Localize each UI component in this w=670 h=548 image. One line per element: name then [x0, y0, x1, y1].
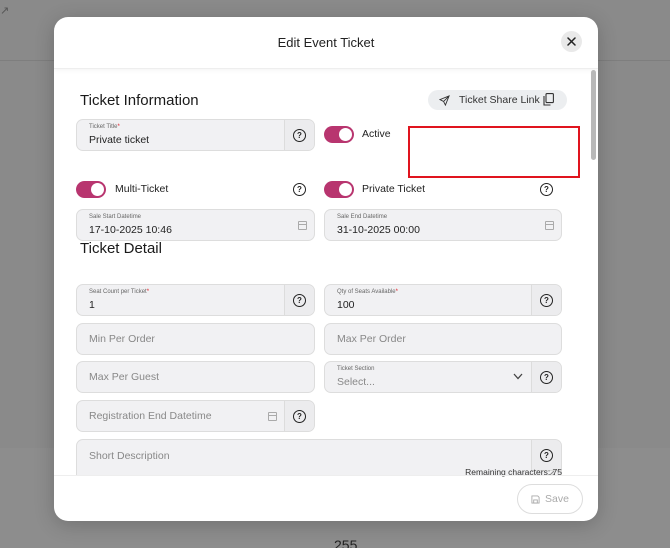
copy-icon[interactable] — [543, 93, 554, 106]
ticket-title-value: Private ticket — [89, 134, 150, 146]
modal-footer: Save — [54, 475, 598, 521]
active-toggle[interactable] — [324, 126, 354, 143]
save-icon — [531, 494, 540, 504]
qty-seats-help-button[interactable]: ? — [531, 285, 561, 315]
sale-end-label: Sale End Datetime — [337, 214, 388, 220]
ticket-section-select[interactable]: Ticket Section Select... ? — [324, 361, 562, 393]
help-icon: ? — [293, 128, 306, 142]
calendar-icon[interactable] — [268, 412, 277, 421]
multi-ticket-label: Multi-Ticket — [115, 183, 169, 195]
active-label: Active — [362, 128, 391, 140]
qty-seats-value: 100 — [337, 299, 355, 311]
registration-end-help-button[interactable]: ? — [284, 401, 314, 431]
close-button[interactable] — [561, 31, 582, 52]
min-per-order-field[interactable]: Min Per Order — [76, 323, 315, 355]
ticket-section-label: Ticket Section — [337, 366, 375, 372]
multi-ticket-toggle[interactable] — [76, 181, 106, 198]
ticket-section-help-button[interactable]: ? — [531, 362, 561, 392]
seat-count-field[interactable]: Seat Count per Ticket* 1 ? — [76, 284, 315, 316]
help-icon: ? — [540, 293, 553, 307]
calendar-icon[interactable] — [545, 221, 554, 230]
modal-header: Edit Event Ticket — [54, 17, 598, 69]
scrollbar-thumb[interactable] — [591, 70, 596, 160]
ticket-title-label: Ticket Title — [89, 124, 118, 130]
max-per-order-placeholder: Max Per Order — [337, 333, 406, 345]
sale-start-field[interactable]: Sale Start Datetime 17-10-2025 10:46 — [76, 209, 315, 241]
seat-count-help-button[interactable]: ? — [284, 285, 314, 315]
external-link-icon: ↗ — [0, 4, 10, 17]
modal-scrollbar[interactable] — [591, 70, 596, 475]
help-icon: ? — [293, 409, 306, 423]
calendar-icon[interactable] — [298, 221, 307, 230]
chevron-down-icon[interactable] — [513, 373, 523, 380]
seat-count-label: Seat Count per Ticket — [89, 289, 147, 295]
help-icon: ? — [540, 448, 553, 462]
max-per-order-field[interactable]: Max Per Order — [324, 323, 562, 355]
modal-body[interactable]: Ticket Information Ticket Share Link Tic… — [54, 70, 598, 475]
share-link-label: Ticket Share Link — [459, 94, 540, 106]
ticket-detail-heading: Ticket Detail — [80, 240, 162, 257]
modal-title: Edit Event Ticket — [277, 35, 375, 50]
seat-count-value: 1 — [89, 299, 95, 311]
help-icon: ? — [293, 293, 306, 307]
multi-ticket-help-icon[interactable]: ? — [293, 183, 306, 196]
sale-end-value: 31-10-2025 00:00 — [337, 224, 420, 236]
registration-end-field[interactable]: Registration End Datetime ? — [76, 400, 315, 432]
save-button[interactable]: Save — [517, 484, 583, 514]
send-icon — [439, 94, 450, 106]
close-icon — [567, 37, 576, 46]
save-label: Save — [545, 493, 569, 505]
max-per-guest-placeholder: Max Per Guest — [89, 371, 160, 383]
private-ticket-label: Private Ticket — [362, 183, 426, 195]
qty-seats-label: Qty of Seats Available — [337, 289, 396, 295]
ticket-title-help-button[interactable]: ? — [284, 120, 314, 150]
registration-end-placeholder: Registration End Datetime — [89, 410, 212, 422]
min-per-order-placeholder: Min Per Order — [89, 333, 155, 345]
sale-start-label: Sale Start Datetime — [89, 214, 142, 220]
edit-ticket-modal: Edit Event Ticket Ticket Information Tic… — [54, 17, 598, 521]
ticket-section-placeholder: Select... — [337, 376, 375, 388]
sale-end-field[interactable]: Sale End Datetime 31-10-2025 00:00 — [324, 209, 562, 241]
background-number: 255 — [334, 537, 358, 548]
short-description-placeholder: Short Description — [89, 450, 170, 462]
sale-start-value: 17-10-2025 10:46 — [89, 224, 172, 236]
private-ticket-help-icon[interactable]: ? — [540, 183, 553, 196]
ticket-information-heading: Ticket Information — [80, 92, 199, 109]
help-icon: ? — [540, 370, 553, 384]
share-link-highlight — [408, 126, 580, 178]
ticket-title-field[interactable]: Ticket Title* Private ticket ? — [76, 119, 315, 151]
private-ticket-toggle[interactable] — [324, 181, 354, 198]
max-per-guest-field[interactable]: Max Per Guest — [76, 361, 315, 393]
qty-seats-field[interactable]: Qty of Seats Available* 100 ? — [324, 284, 562, 316]
